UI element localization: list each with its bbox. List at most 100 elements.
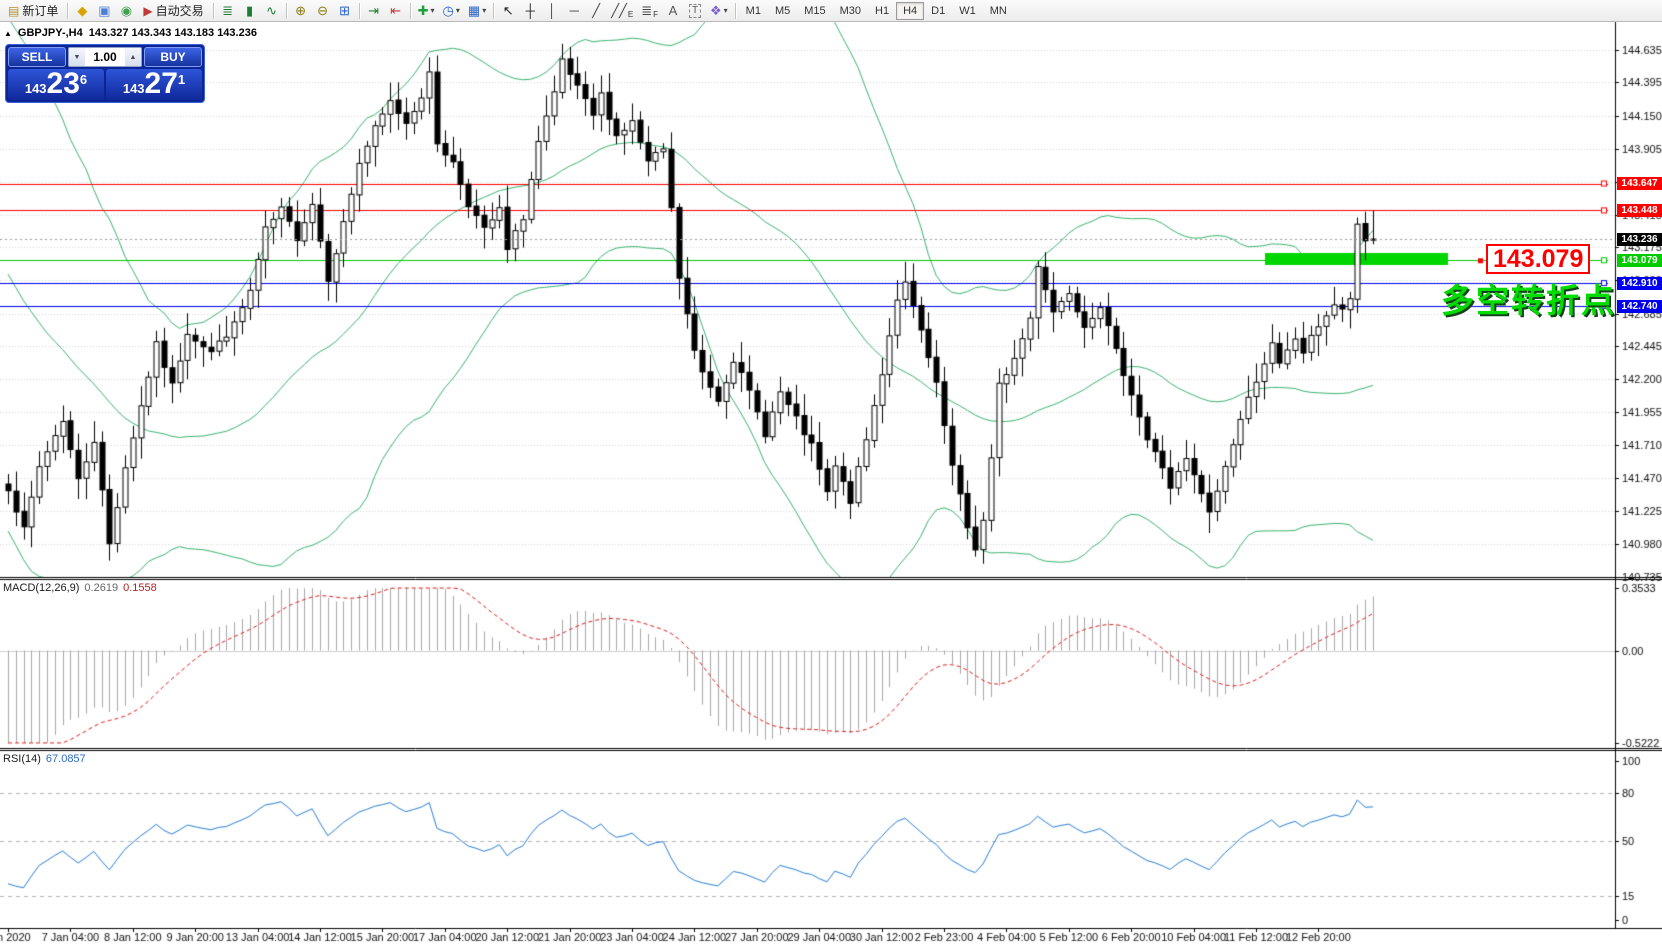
volume-increase-button[interactable]: ▲ bbox=[125, 48, 141, 66]
timeframe-m1-button[interactable]: M1 bbox=[739, 2, 768, 20]
navigator-icon-glyph: ▣ bbox=[98, 1, 110, 21]
bar-chart-icon[interactable]: ≣ bbox=[217, 1, 239, 21]
sell-price-big: 23 bbox=[47, 69, 80, 99]
equidistant-channel-icon-sub: E bbox=[628, 10, 633, 20]
volume-control: ▼ 1.00 ▲ bbox=[68, 47, 142, 67]
new-order-button[interactable]: ▤新订单 bbox=[2, 1, 64, 21]
symbol-ohlc-values: 143.327 143.343 143.183 143.236 bbox=[89, 27, 257, 39]
price-axis-tag: 143.079 bbox=[1617, 254, 1662, 267]
vertical-line-icon-glyph: │ bbox=[548, 1, 556, 21]
sell-price-display[interactable]: 143236 bbox=[8, 69, 104, 100]
chart-shift-icon[interactable]: ⇤ bbox=[385, 1, 407, 21]
text-icon-glyph: A bbox=[669, 1, 678, 21]
buy-price-display[interactable]: 143271 bbox=[106, 69, 202, 100]
symbol-info-bar: ▲ GBPJPY-,H4 143.327 143.343 143.183 143… bbox=[4, 27, 257, 39]
volume-input[interactable]: 1.00 bbox=[85, 48, 125, 66]
horizontal-line-icon-glyph: ─ bbox=[570, 1, 579, 21]
navigator-icon[interactable]: ▣ bbox=[93, 1, 115, 21]
sell-price-prefix: 143 bbox=[25, 81, 47, 96]
price-callout-label: 143.079 bbox=[1486, 244, 1590, 274]
strategy-tester-icon[interactable]: ◉ bbox=[115, 1, 137, 21]
crosshair-icon[interactable]: ┼ bbox=[519, 1, 541, 21]
rsi-value: 67.0857 bbox=[46, 753, 86, 765]
templates-icon-caret: ▾ bbox=[482, 1, 486, 21]
candlestick-chart-icon[interactable]: ▮ bbox=[239, 1, 261, 21]
fibonacci-icon-glyph: ≣ bbox=[641, 1, 652, 21]
macd-name: MACD(12,26,9) bbox=[3, 582, 79, 594]
zoom-out-icon-glyph: ⊖ bbox=[317, 1, 328, 21]
horizontal-line-icon[interactable]: ─ bbox=[563, 1, 585, 21]
auto-trading-button[interactable]: ▶ 自动交易 bbox=[137, 1, 209, 21]
price-axis-tag: 143.448 bbox=[1617, 204, 1662, 217]
timeframe-w1-button[interactable]: W1 bbox=[952, 2, 983, 20]
symbol-title: GBPJPY-,H4 bbox=[18, 27, 83, 39]
toolbar-separator bbox=[493, 3, 494, 19]
zoom-in-icon[interactable]: ⊕ bbox=[290, 1, 312, 21]
text-label-icon[interactable]: T bbox=[684, 1, 706, 21]
volume-decrease-button[interactable]: ▼ bbox=[69, 48, 85, 66]
timeframe-m30-button[interactable]: M30 bbox=[833, 2, 868, 20]
one-click-collapse-icon[interactable]: ▲ bbox=[4, 29, 12, 38]
timeframe-h1-button[interactable]: H1 bbox=[868, 2, 896, 20]
arrows-icon[interactable]: ❖▾ bbox=[706, 1, 732, 21]
zoom-out-icon[interactable]: ⊖ bbox=[312, 1, 334, 21]
macd-signal-value: 0.1558 bbox=[123, 582, 157, 594]
equidistant-channel-icon[interactable]: ╱╱E bbox=[607, 1, 637, 21]
trendline-icon-glyph: ╱ bbox=[592, 1, 600, 21]
text-icon[interactable]: A bbox=[662, 1, 684, 21]
bar-chart-icon-glyph: ≣ bbox=[222, 1, 233, 21]
line-chart-icon[interactable]: ∿ bbox=[261, 1, 283, 21]
buy-price-big: 27 bbox=[145, 69, 178, 99]
tile-windows-icon[interactable]: ⊞ bbox=[334, 1, 356, 21]
buy-price-prefix: 143 bbox=[123, 81, 145, 96]
new-order-button-label: 新订单 bbox=[22, 2, 58, 19]
timeframe-m15-button[interactable]: M15 bbox=[797, 2, 832, 20]
line-chart-icon-glyph: ∿ bbox=[266, 1, 277, 21]
strategy-tester-icon-glyph: ◉ bbox=[121, 1, 132, 21]
sell-button[interactable]: SELL bbox=[8, 47, 66, 67]
indicators-icon[interactable]: ✚▾ bbox=[414, 1, 439, 21]
price-axis-tag: 142.740 bbox=[1617, 300, 1662, 313]
price-axis-tag: 143.647 bbox=[1617, 177, 1662, 190]
periods-icon-caret: ▾ bbox=[456, 1, 460, 21]
templates-icon-glyph: ▦ bbox=[468, 1, 480, 21]
cursor-icon[interactable]: ↖ bbox=[497, 1, 519, 21]
price-chart-canvas[interactable] bbox=[0, 0, 1662, 946]
arrows-icon-caret: ▾ bbox=[724, 1, 728, 21]
buy-button[interactable]: BUY bbox=[144, 47, 202, 67]
buy-price-pip: 1 bbox=[178, 72, 185, 87]
timeframe-h4-button[interactable]: H4 bbox=[896, 2, 924, 20]
cursor-icon-glyph: ↖ bbox=[503, 1, 514, 21]
market-watch-icon[interactable]: ◆ bbox=[71, 1, 93, 21]
chart-shift-icon-glyph: ⇤ bbox=[390, 1, 401, 21]
candlestick-chart-icon-glyph: ▮ bbox=[246, 1, 253, 21]
fibonacci-icon[interactable]: ≣F bbox=[637, 1, 662, 21]
templates-icon[interactable]: ▦▾ bbox=[464, 1, 490, 21]
price-axis-tag: 143.236 bbox=[1617, 233, 1662, 246]
toolbar-separator bbox=[735, 3, 736, 19]
arrows-icon-glyph: ❖ bbox=[710, 1, 722, 21]
periods-icon[interactable]: ◷▾ bbox=[439, 1, 464, 21]
mt4-application-window: ▤新订单◆▣◉▶自动交易≣▮∿⊕⊖⊞⇥⇤✚▾◷▾▦▾↖┼│─╱╱╱E≣FAT❖▾… bbox=[0, 0, 1662, 946]
vertical-line-icon[interactable]: │ bbox=[541, 1, 563, 21]
auto-scroll-icon-glyph: ⇥ bbox=[368, 1, 379, 21]
toolbar-separator bbox=[67, 3, 68, 19]
timeframe-d1-button[interactable]: D1 bbox=[924, 2, 952, 20]
annotation-text-cn: 多空转折点 bbox=[1441, 274, 1616, 322]
equidistant-channel-icon-glyph: ╱╱ bbox=[611, 1, 627, 21]
toolbar-separator bbox=[359, 3, 360, 19]
crosshair-icon-glyph: ┼ bbox=[526, 1, 535, 21]
macd-value: 0.2619 bbox=[84, 582, 118, 594]
rsi-indicator-label: RSI(14) 67.0857 bbox=[3, 753, 86, 765]
trendline-icon[interactable]: ╱ bbox=[585, 1, 607, 21]
auto-trading-button-label: 自动交易 bbox=[156, 2, 204, 19]
timeframe-mn-button[interactable]: MN bbox=[983, 2, 1014, 20]
rsi-name: RSI(14) bbox=[3, 753, 41, 765]
text-label-icon-glyph: T bbox=[689, 4, 701, 18]
market-watch-icon-glyph: ◆ bbox=[77, 1, 87, 21]
tile-windows-icon-glyph: ⊞ bbox=[339, 1, 350, 21]
auto-scroll-icon[interactable]: ⇥ bbox=[363, 1, 385, 21]
timeframe-m5-button[interactable]: M5 bbox=[768, 2, 797, 20]
macd-indicator-label: MACD(12,26,9) 0.2619 0.1558 bbox=[3, 582, 157, 594]
auto-trading-icon: ▶ bbox=[143, 4, 152, 18]
